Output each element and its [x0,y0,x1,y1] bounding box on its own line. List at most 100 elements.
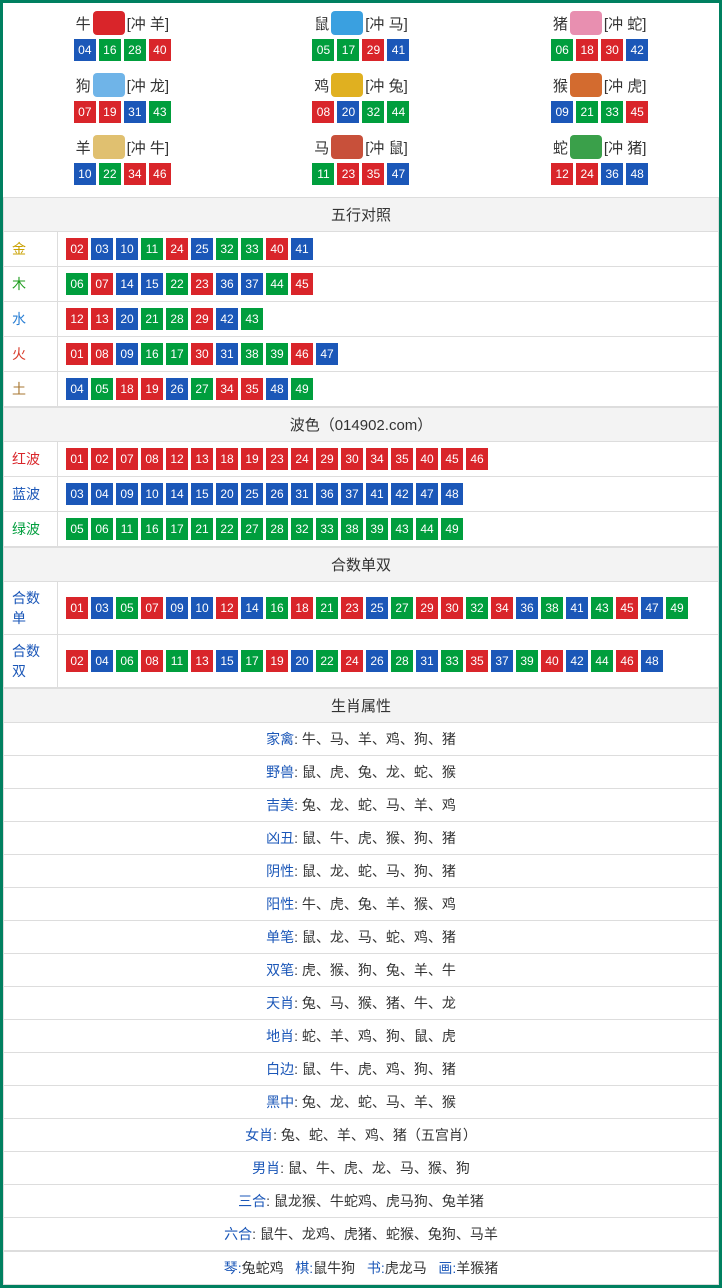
attr-value: 鼠、龙、蛇、马、狗、猪 [302,863,456,879]
zodiac-cell: 猪 [冲 蛇] 06183042 [480,7,719,69]
number-chip: 05 [91,378,113,400]
number-chip: 10 [141,483,163,505]
number-chip: 20 [216,483,238,505]
number-chip: 22 [316,650,338,672]
number-chip: 47 [387,163,409,185]
row-label: 木 [4,267,58,302]
number-chip: 13 [191,448,213,470]
number-chip: 44 [266,273,288,295]
number-chip: 05 [312,39,334,61]
number-chip: 16 [141,518,163,540]
attr-cell: 黑中: 兔、龙、蛇、马、羊、猴 [4,1086,719,1119]
number-chip: 23 [341,597,363,619]
zodiac-icon [331,11,363,35]
attr-label: 地肖 [266,1028,294,1044]
number-chip: 48 [626,163,648,185]
number-chip: 18 [291,597,313,619]
number-chip: 25 [366,597,388,619]
attr-value: 鼠牛、龙鸡、虎猪、蛇猴、兔狗、马羊 [260,1226,498,1242]
number-chip: 49 [291,378,313,400]
zodiac-conflict: [冲 羊] [127,13,170,34]
number-chip: 22 [216,518,238,540]
number-chip: 27 [241,518,263,540]
number-chip: 39 [516,650,538,672]
table-row: 六合: 鼠牛、龙鸡、虎猪、蛇猴、兔狗、马羊 [4,1218,719,1251]
zodiac-cell: 鸡 [冲 兔] 08203244 [242,69,481,131]
number-chip: 01 [66,597,88,619]
number-chip: 40 [149,39,171,61]
zodiac-nums: 10223446 [3,163,242,185]
number-chip: 42 [626,39,648,61]
number-chip: 24 [166,238,188,260]
row-nums: 06071415222336374445 [58,267,719,302]
zodiac-conflict: [冲 蛇] [604,13,647,34]
footer-cell: 琴:兔蛇鸡 棋:鼠牛狗 书:虎龙马 画:羊猴猪 [4,1252,719,1285]
row-label: 火 [4,337,58,372]
bose-table: 波色（014902.com） 红波 0102070812131819232429… [3,407,719,547]
zodiac-nums: 07193143 [3,101,242,123]
number-chip: 41 [366,483,388,505]
row-label: 合数双 [4,635,58,688]
footer-value: 鼠牛狗 [313,1260,355,1276]
number-chip: 40 [416,448,438,470]
table-row: 土 04051819262734354849 [4,372,719,407]
zodiac-cell: 猴 [冲 虎] 09213345 [480,69,719,131]
attr-cell: 女肖: 兔、蛇、羊、鸡、猪（五宫肖） [4,1119,719,1152]
zodiac-name: 猴 [553,75,568,96]
number-chip: 14 [166,483,188,505]
attr-label: 吉美 [266,797,294,813]
number-chip: 08 [91,343,113,365]
zodiac-icon [331,73,363,97]
number-chip: 04 [91,483,113,505]
number-chip: 39 [366,518,388,540]
attr-cell: 白边: 鼠、牛、虎、鸡、狗、猪 [4,1053,719,1086]
number-chip: 47 [316,343,338,365]
number-chip: 36 [316,483,338,505]
number-chip: 30 [441,597,463,619]
attr-cell: 野兽: 鼠、虎、兔、龙、蛇、猴 [4,756,719,789]
number-chip: 45 [626,101,648,123]
number-chip: 09 [116,483,138,505]
number-chip: 21 [141,308,163,330]
number-chip: 38 [341,518,363,540]
row-label: 土 [4,372,58,407]
zodiac-icon [93,73,125,97]
number-chip: 44 [591,650,613,672]
table-row: 双笔: 虎、猴、狗、兔、羊、牛 [4,954,719,987]
attr-value: 鼠、虎、兔、龙、蛇、猴 [302,764,456,780]
attr-label: 六合 [224,1226,252,1242]
attr-value: 鼠、龙、马、蛇、鸡、猪 [302,929,456,945]
number-chip: 30 [601,39,623,61]
attr-label: 天肖 [266,995,294,1011]
number-chip: 16 [266,597,288,619]
number-chip: 43 [241,308,263,330]
number-chip: 21 [316,597,338,619]
number-chip: 10 [191,597,213,619]
zodiac-conflict: [冲 牛] [127,137,170,158]
number-chip: 08 [312,101,334,123]
attr-cell: 地肖: 蛇、羊、鸡、狗、鼠、虎 [4,1020,719,1053]
number-chip: 09 [166,597,188,619]
attr-label: 三合 [238,1193,266,1209]
number-chip: 37 [341,483,363,505]
attr-label: 男肖 [252,1160,280,1176]
zodiac-conflict: [冲 猪] [604,137,647,158]
number-chip: 27 [391,597,413,619]
number-chip: 29 [316,448,338,470]
number-chip: 19 [141,378,163,400]
row-nums: 04051819262734354849 [58,372,719,407]
number-chip: 31 [416,650,438,672]
number-chip: 06 [116,650,138,672]
number-chip: 46 [149,163,171,185]
number-chip: 34 [124,163,146,185]
number-chip: 46 [466,448,488,470]
shuxing-title: 生肖属性 [4,689,719,723]
number-chip: 10 [116,238,138,260]
number-chip: 32 [362,101,384,123]
number-chip: 07 [91,273,113,295]
number-chip: 31 [216,343,238,365]
heshu-title: 合数单双 [4,548,719,582]
number-chip: 15 [141,273,163,295]
number-chip: 08 [141,448,163,470]
zodiac-icon [331,135,363,159]
